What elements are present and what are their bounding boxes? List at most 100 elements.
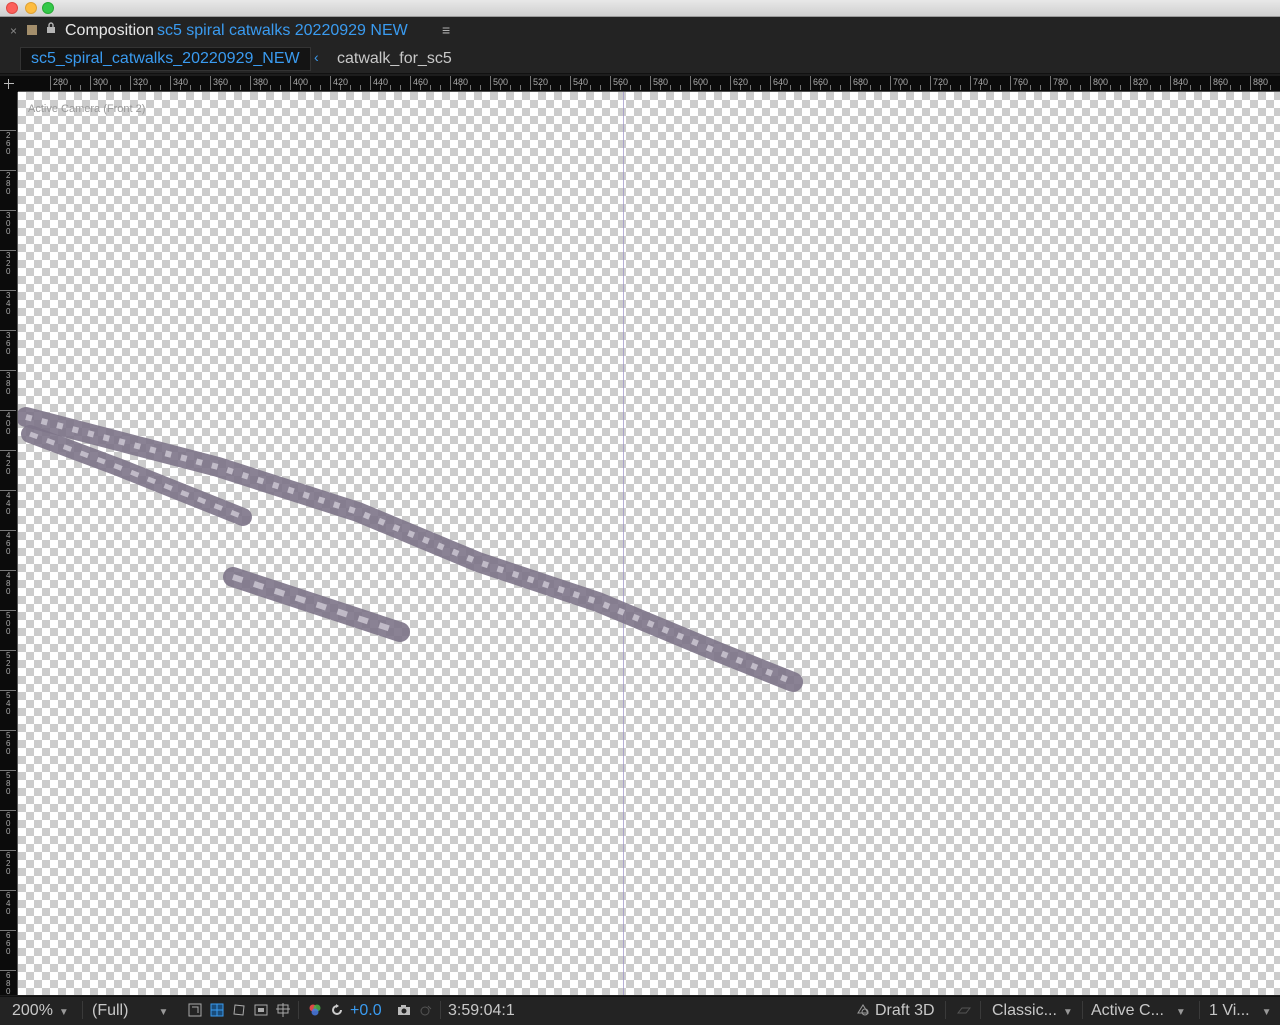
close-icon[interactable]: × bbox=[10, 24, 17, 38]
divider bbox=[440, 1001, 441, 1019]
ruler-minor-tick bbox=[420, 85, 421, 90]
ruler-minor-tick bbox=[1100, 85, 1101, 90]
vertical-ruler[interactable]: 260 280 300 320 340 360 380 400 420 440 460 480 500 5… bbox=[0, 92, 18, 995]
breadcrumb-arrow-icon: ‹ bbox=[314, 49, 319, 65]
draft-3d-toggle[interactable]: Draft 3D bbox=[875, 1002, 935, 1020]
ruler-major-tick bbox=[810, 76, 811, 90]
ruler-major-tick bbox=[1010, 76, 1011, 90]
ruler-major-tick bbox=[1250, 76, 1251, 90]
ruler-label: 260 bbox=[6, 131, 11, 156]
breadcrumb-current-comp[interactable]: sc5_spiral_catwalks_20220929_NEW bbox=[20, 47, 311, 71]
ruler-label: 580 bbox=[6, 771, 11, 796]
ruler-major-tick bbox=[730, 76, 731, 90]
ruler-label: 420 bbox=[6, 451, 11, 476]
color-channels-icon[interactable] bbox=[308, 1003, 322, 1017]
snapshot-icon[interactable] bbox=[397, 1003, 411, 1017]
ruler-label: 620 bbox=[6, 851, 11, 876]
transparency-grid-icon[interactable] bbox=[210, 1003, 224, 1017]
current-time-display[interactable]: 3:59:04:1 bbox=[448, 1002, 515, 1020]
ruler-minor-tick bbox=[550, 85, 551, 90]
renderer-dropdown[interactable]: Classic... ▼ bbox=[992, 1002, 1073, 1020]
short-catwalk-lower[interactable] bbox=[223, 567, 410, 642]
ruler-major-tick bbox=[330, 76, 331, 90]
ruler-minor-tick bbox=[100, 85, 101, 90]
ruler-minor-tick bbox=[120, 85, 121, 90]
ruler-minor-tick bbox=[880, 85, 881, 90]
chevron-down-icon: ▼ bbox=[158, 1007, 169, 1018]
ruler-minor-tick bbox=[510, 85, 511, 90]
view-layout-dropdown[interactable]: 1 Vi... ▼ bbox=[1209, 1002, 1272, 1020]
close-window-button[interactable] bbox=[6, 2, 18, 14]
ruler-minor-tick bbox=[70, 85, 71, 90]
horizontal-ruler[interactable]: 280 300 320 340 360 380 400 420 440 460 480 500 520 5… bbox=[18, 76, 1280, 92]
ruler-label: 400 bbox=[6, 411, 11, 436]
safe-area-icon[interactable] bbox=[254, 1003, 268, 1017]
ruler-major-tick bbox=[370, 76, 371, 90]
ruler-minor-tick bbox=[870, 85, 871, 90]
ruler-origin-corner[interactable] bbox=[0, 76, 18, 92]
divider bbox=[298, 1001, 299, 1019]
ruler-label: 660 bbox=[6, 931, 11, 956]
catwalk-layers bbox=[18, 407, 803, 692]
composition-viewer[interactable]: Active Camera (Front 2) bbox=[18, 92, 1280, 995]
ruler-minor-tick bbox=[1150, 85, 1151, 90]
ruler-minor-tick bbox=[1220, 85, 1221, 90]
ruler-minor-tick bbox=[1080, 85, 1081, 90]
ruler-minor-tick bbox=[350, 85, 351, 90]
reset-exposure-icon[interactable] bbox=[330, 1003, 344, 1017]
zoom-window-button[interactable] bbox=[42, 2, 54, 14]
magnification-value: 200% bbox=[12, 1002, 53, 1019]
ruler-major-tick bbox=[890, 76, 891, 90]
ruler-minor-tick bbox=[80, 85, 81, 90]
chevron-down-icon: ▼ bbox=[58, 1007, 69, 1018]
draft-3d-icon[interactable] bbox=[856, 1003, 870, 1017]
lock-icon[interactable] bbox=[46, 22, 56, 37]
ruler-label: 360 bbox=[6, 331, 11, 356]
view-layout-value: 1 Vi... bbox=[1209, 1002, 1250, 1019]
ruler-label: 340 bbox=[6, 291, 11, 316]
ruler-minor-tick bbox=[790, 85, 791, 90]
divider bbox=[980, 1001, 981, 1019]
composition-panel-header: × Composition sc5 spiral catwalks 2022092… bbox=[0, 17, 1280, 45]
ruler-minor-tick bbox=[390, 85, 391, 90]
ruler-minor-tick bbox=[780, 85, 781, 90]
breadcrumb-catwalk-comp[interactable]: catwalk_for_sc5 bbox=[337, 50, 452, 68]
grid-icon[interactable] bbox=[276, 1003, 290, 1017]
ruler-minor-tick bbox=[230, 85, 231, 90]
ruler-label: 380 bbox=[6, 371, 11, 396]
composition-name[interactable]: sc5 spiral catwalks 20220929 NEW bbox=[157, 22, 408, 39]
show-snapshot-icon[interactable] bbox=[419, 1003, 433, 1017]
resolution-dropdown[interactable]: (Full) ▼ bbox=[92, 1002, 168, 1020]
ruler-label: 680 bbox=[6, 971, 11, 996]
minimize-window-button[interactable] bbox=[25, 2, 37, 14]
ruler-minor-tick bbox=[440, 85, 441, 90]
ruler-major-tick bbox=[770, 76, 771, 90]
long-catwalk[interactable] bbox=[18, 407, 803, 692]
divider bbox=[1082, 1001, 1083, 1019]
ruler-label: 300 bbox=[6, 211, 11, 236]
ruler-label: 520 bbox=[6, 651, 11, 676]
ruler-major-tick bbox=[1050, 76, 1051, 90]
ruler-minor-tick bbox=[150, 85, 151, 90]
ruler-minor-tick bbox=[520, 85, 521, 90]
ruler-minor-tick bbox=[360, 85, 361, 90]
ruler-minor-tick bbox=[1000, 85, 1001, 90]
mask-visibility-icon[interactable] bbox=[232, 1003, 246, 1017]
ruler-minor-tick bbox=[980, 85, 981, 90]
3d-view-dropdown[interactable]: Active C... ▼ bbox=[1091, 1002, 1186, 1020]
ruler-minor-tick bbox=[310, 85, 311, 90]
magnification-dropdown[interactable]: 200% ▼ bbox=[12, 1002, 69, 1020]
ruler-major-tick bbox=[50, 76, 51, 90]
3d-ground-plane-icon[interactable] bbox=[957, 1003, 971, 1017]
ruler-major-tick bbox=[1210, 76, 1211, 90]
ruler-minor-tick bbox=[540, 85, 541, 90]
panel-title-prefix: Composition bbox=[65, 22, 154, 39]
ruler-minor-tick bbox=[1140, 85, 1141, 90]
ruler-major-tick bbox=[850, 76, 851, 90]
ruler-major-tick bbox=[410, 76, 411, 90]
chevron-down-icon: ▼ bbox=[1062, 1007, 1073, 1018]
divider bbox=[945, 1001, 946, 1019]
panel-menu-icon[interactable]: ≡ bbox=[442, 22, 450, 38]
region-of-interest-icon[interactable] bbox=[188, 1003, 202, 1017]
exposure-value[interactable]: +0.0 bbox=[350, 1002, 382, 1020]
